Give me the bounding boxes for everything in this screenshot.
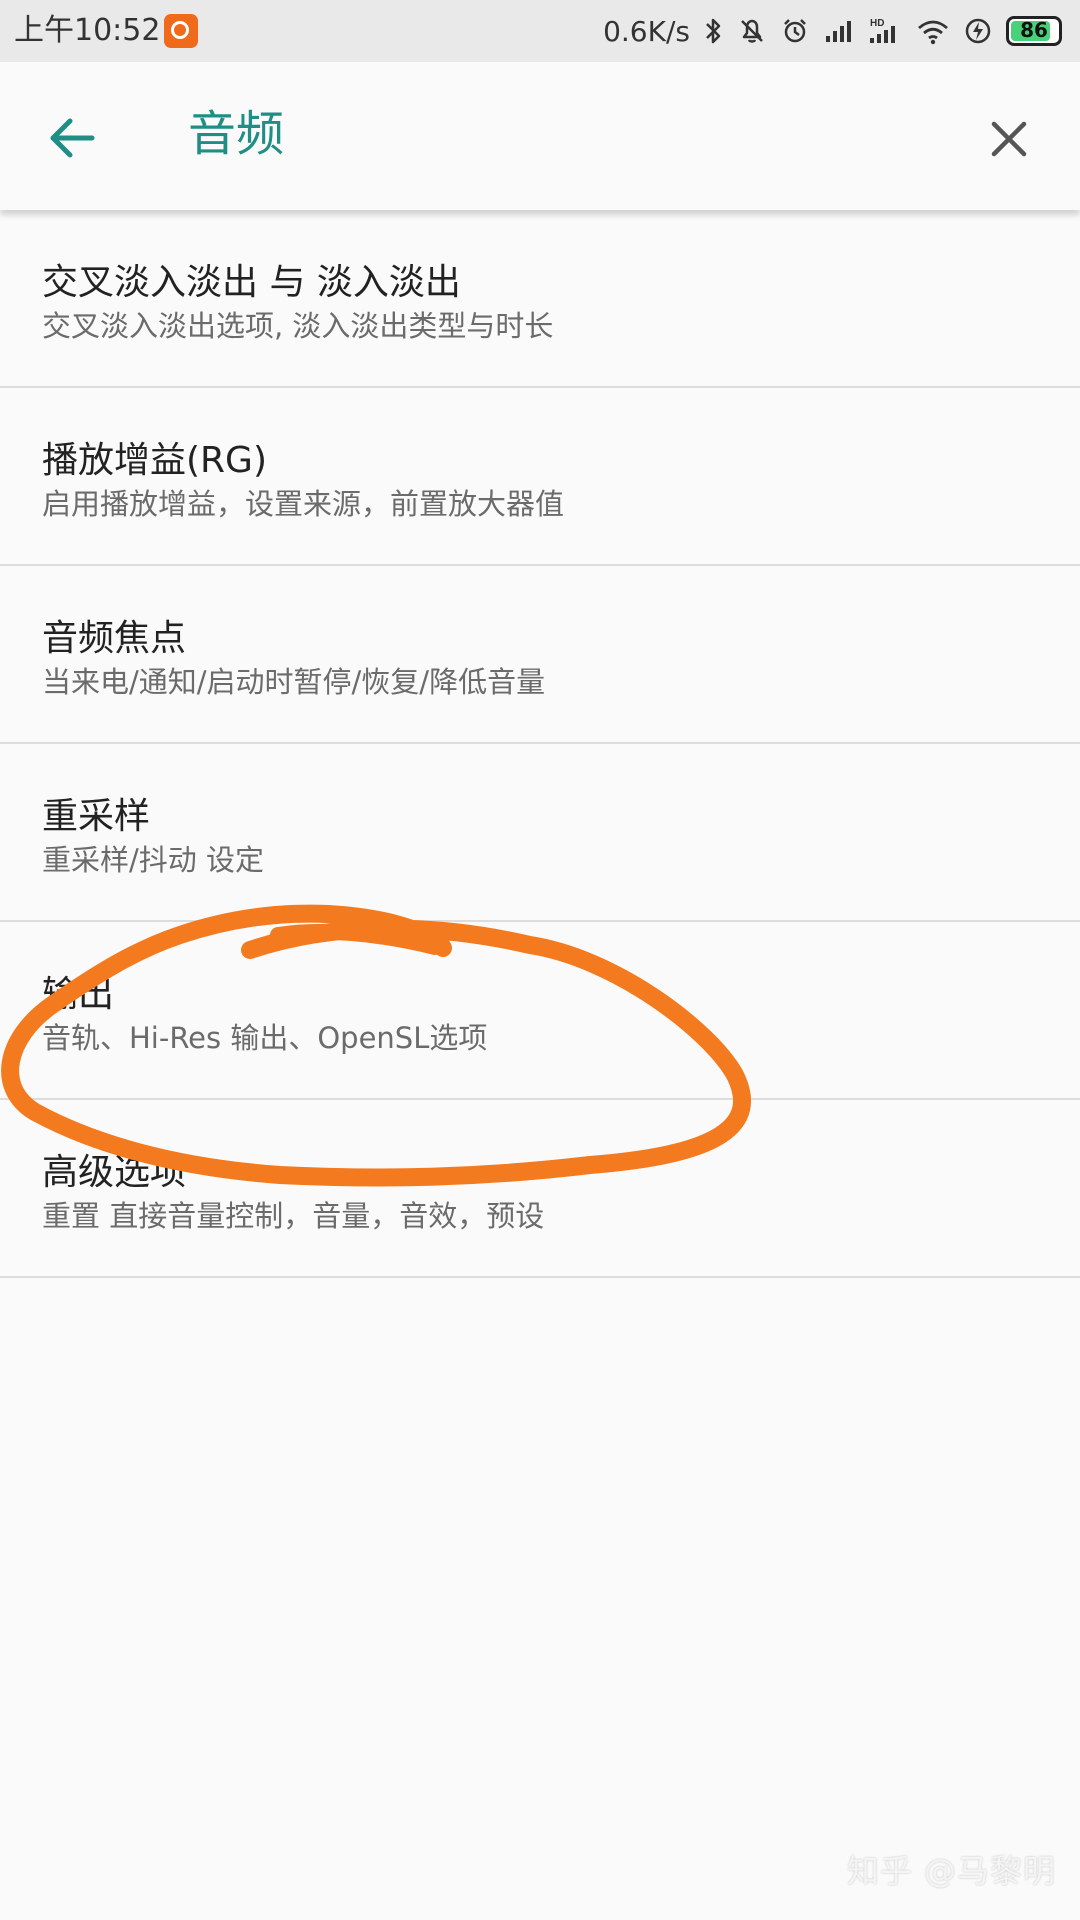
close-icon [991,121,1027,157]
mi-app-icon [164,14,198,48]
item-subtitle: 交叉淡入淡出选项, 淡入淡出类型与时长 [42,309,554,343]
item-title: 音频焦点 [42,618,187,659]
item-subtitle: 音轨、Hi-Res 输出、OpenSL选项 [42,1021,488,1055]
hd-signal-icon: HD [870,18,895,43]
settings-item-resampling[interactable]: 重采样 重采样/抖动 设定 [0,744,1080,922]
settings-item-replay-gain[interactable]: 播放增益(RG) 启用播放增益，设置来源，前置放大器值 [0,388,1080,566]
alarm-icon [784,19,806,43]
settings-item-advanced[interactable]: 高级选项 重置 直接音量控制，音量，音效，预设 [0,1100,1080,1278]
item-title: 重采样 [42,796,151,837]
status-icons: 0.6K/s HD 86 [603,10,1062,52]
item-title: 播放增益(RG) [42,440,268,481]
watermark: 知乎 @马黎明 [846,1852,1056,1890]
item-subtitle: 重采样/抖动 设定 [42,843,264,877]
close-button[interactable] [980,110,1038,168]
item-subtitle: 重置 直接音量控制，音量，音效，预设 [42,1199,545,1233]
status-time: 上午10:52 [14,13,161,48]
wifi-icon [918,20,948,45]
battery-icon: 86 [1006,16,1062,46]
top-app-bar: 音频 [0,62,1080,210]
settings-item-audio-focus[interactable]: 音频焦点 当来电/通知/启动时暂停/恢复/降低音量 [0,566,1080,744]
charging-icon [965,18,991,44]
settings-item-crossfade[interactable]: 交叉淡入淡出 与 淡入淡出 交叉淡入淡出选项, 淡入淡出类型与时长 [0,210,1080,388]
page-title: 音频 [188,106,285,162]
status-bar: 上午10:52 0.6K/s HD 86 [0,0,1080,62]
item-title: 输出 [42,974,115,1015]
svg-text:HD: HD [870,18,884,29]
settings-list: 交叉淡入淡出 与 淡入淡出 交叉淡入淡出选项, 淡入淡出类型与时长 播放增益(R… [0,210,1080,1278]
signal-icon [826,21,851,42]
settings-item-output[interactable]: 输出 音轨、Hi-Res 输出、OpenSL选项 [0,922,1080,1100]
item-title: 高级选项 [42,1152,187,1193]
item-title: 交叉淡入淡出 与 淡入淡出 [42,262,461,303]
item-subtitle: 启用播放增益，设置来源，前置放大器值 [42,487,565,521]
bell-muted-icon [741,19,763,43]
back-button[interactable] [42,107,104,169]
net-speed: 0.6K/s [603,14,690,48]
battery-level: 86 [1020,18,1048,42]
arrow-left-icon [50,118,95,158]
bluetooth-icon [706,18,721,44]
item-subtitle: 当来电/通知/启动时暂停/恢复/降低音量 [42,665,546,699]
